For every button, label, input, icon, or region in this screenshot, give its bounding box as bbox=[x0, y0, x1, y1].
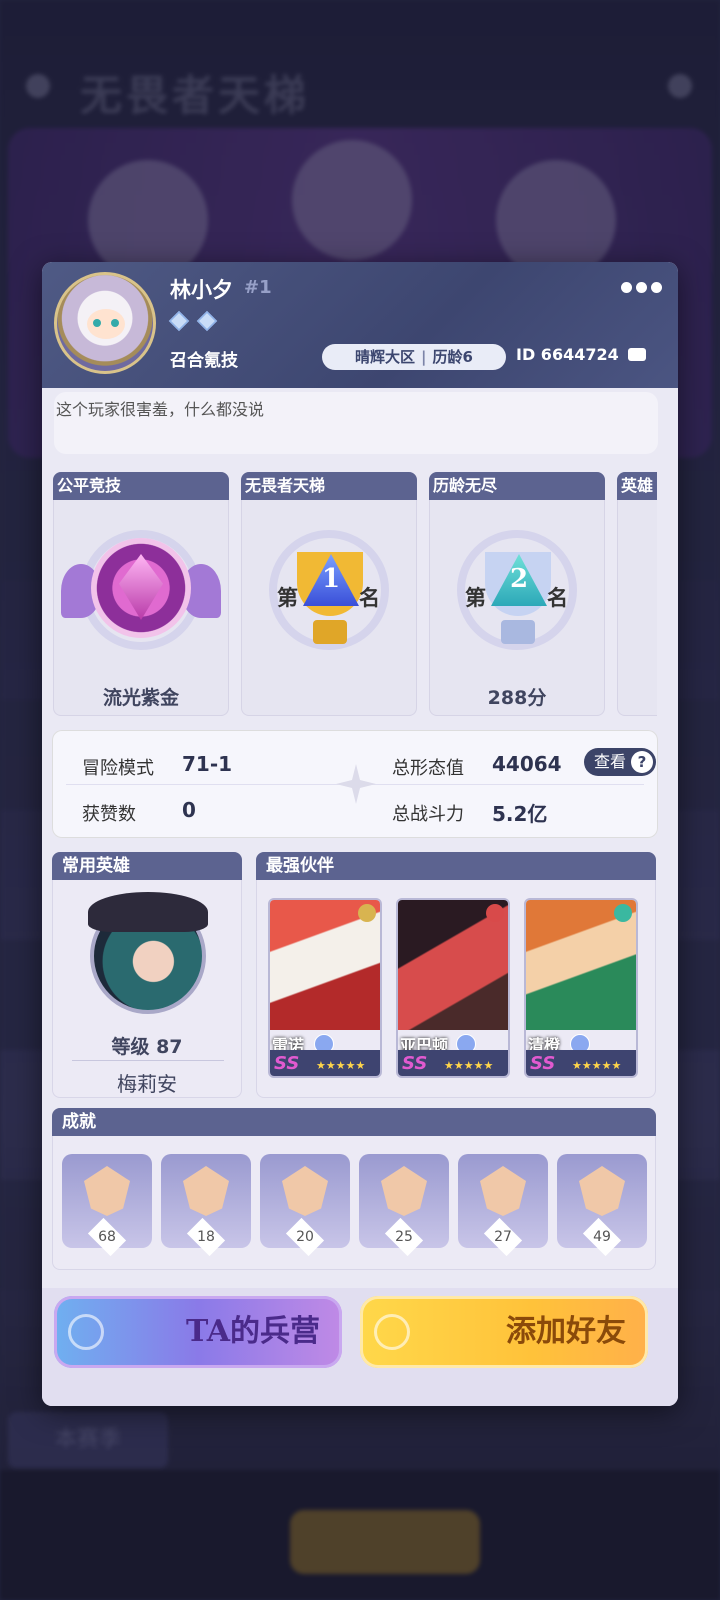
rank-tiles[interactable]: 公平竞技 流光紫金 无畏者天梯 1 第 名 历龄无尽 2 第 名 288分 英雄 bbox=[53, 472, 657, 716]
achievement-crown-icon[interactable]: 20 bbox=[260, 1154, 350, 1257]
achievement-flower-icon[interactable]: 25 bbox=[359, 1154, 449, 1257]
partner-rarity-bar: SS ★★★★★ bbox=[398, 1050, 508, 1076]
partner-card[interactable]: 雷诺 SS ★★★★★ bbox=[268, 898, 382, 1078]
grade-badge: SS bbox=[274, 1053, 300, 1074]
rank-tile-hero[interactable]: 英雄 bbox=[617, 472, 657, 716]
trophy-base bbox=[313, 620, 347, 644]
diamond-icon bbox=[196, 310, 218, 332]
form-value: 44064 bbox=[492, 752, 562, 776]
likes-value: 0 bbox=[182, 798, 196, 822]
place-suffix: 名 bbox=[359, 585, 380, 610]
add-friend-label: 添加好友 bbox=[506, 1314, 626, 1349]
achievement-crest-icon[interactable]: 27 bbox=[458, 1154, 548, 1257]
power-label: 总战斗力 bbox=[392, 804, 464, 825]
player-age: 历龄6 bbox=[432, 348, 473, 366]
adventure-label: 冒险模式 bbox=[82, 758, 154, 779]
achievement-eye-icon[interactable]: 68 bbox=[62, 1154, 152, 1257]
avatar-eye bbox=[111, 319, 119, 327]
tile-label: 无畏者天梯 bbox=[241, 472, 417, 500]
purple-gold-rank-icon bbox=[91, 538, 191, 638]
player-name: 林小夕 bbox=[170, 278, 233, 302]
tile-label: 公平竞技 bbox=[53, 472, 229, 500]
grade-badge: SS bbox=[402, 1053, 428, 1074]
form-label: 总形态值 bbox=[392, 758, 464, 779]
rank-tile-endless[interactable]: 历龄无尽 2 第 名 288分 bbox=[429, 472, 605, 716]
partner-rarity-bar: SS ★★★★★ bbox=[270, 1050, 380, 1076]
achievement-count: 25 bbox=[395, 1229, 413, 1245]
arrow-left-icon bbox=[68, 1314, 104, 1350]
add-friend-button[interactable]: 添加好友 bbox=[360, 1296, 648, 1368]
tile-label: 历龄无尽 bbox=[429, 472, 605, 500]
rank-tile-fair[interactable]: 公平竞技 流光紫金 bbox=[53, 472, 229, 716]
partner-card[interactable]: 清橙 SS ★★★★★ bbox=[524, 898, 638, 1078]
achievement-count: 18 bbox=[197, 1229, 215, 1245]
faction-icon bbox=[358, 904, 376, 922]
partners-header: 最强伙伴 bbox=[256, 852, 656, 880]
profile-header: 林小夕 #1 召合氪技 晴辉大区 | 历龄6 ID 6644724 bbox=[42, 262, 678, 388]
avatar-eye bbox=[93, 319, 101, 327]
achievements-header: 成就 bbox=[52, 1108, 656, 1136]
partner-card[interactable]: 亚巴顿 SS ★★★★★ bbox=[396, 898, 510, 1078]
diamond-badges bbox=[168, 310, 221, 334]
bio-text: 这个玩家很害羞，什么都没说 bbox=[56, 400, 265, 419]
trophy-base bbox=[501, 620, 535, 644]
place-number: 2 bbox=[509, 564, 529, 594]
faction-icon bbox=[486, 904, 504, 922]
player-avatar[interactable] bbox=[54, 272, 156, 374]
rank-tile-ladder[interactable]: 无畏者天梯 1 第 名 bbox=[241, 472, 417, 716]
copy-id-icon[interactable] bbox=[628, 348, 646, 361]
tile-value: 288分 bbox=[487, 687, 547, 709]
strongest-partners-panel: 最强伙伴 雷诺 SS ★★★★★ 亚巴顿 SS ★★★★★ 清橙 SS ★★★★… bbox=[256, 852, 656, 1098]
player-rank-tag: #1 bbox=[244, 277, 272, 298]
region-name: 晴辉大区 bbox=[355, 348, 416, 366]
power-value: 5.2亿 bbox=[492, 802, 548, 826]
sparkle-icon bbox=[336, 764, 376, 804]
hero-name: 梅莉安 bbox=[117, 1072, 177, 1096]
star-rating: ★★★★★ bbox=[444, 1059, 494, 1072]
stats-panel: 冒险模式 71-1 总形态值 44064 查看 ? 获赞数 0 总战斗力 5.2… bbox=[52, 730, 658, 838]
player-title: 召合氪技 bbox=[170, 351, 238, 371]
partner-rarity-bar: SS ★★★★★ bbox=[526, 1050, 636, 1076]
divider bbox=[72, 1060, 224, 1061]
grade-badge: SS bbox=[530, 1053, 556, 1074]
region-pill: 晴辉大区 | 历龄6 bbox=[322, 344, 506, 370]
hero-level: 等级 87 bbox=[111, 1036, 183, 1058]
action-footer: TA的兵营 添加好友 bbox=[42, 1288, 678, 1406]
likes-label: 获赞数 bbox=[82, 804, 136, 825]
help-icon: ? bbox=[631, 751, 653, 773]
achievement-count: 49 bbox=[593, 1229, 611, 1245]
place-number: 1 bbox=[321, 564, 341, 594]
barracks-button[interactable]: TA的兵营 bbox=[54, 1296, 342, 1368]
place-suffix: 名 bbox=[547, 585, 568, 610]
tile-value: 流光紫金 bbox=[102, 687, 179, 709]
place-prefix: 第 bbox=[465, 585, 486, 610]
tile-label: 英雄 bbox=[617, 472, 657, 500]
more-options-icon[interactable] bbox=[617, 278, 662, 297]
place-prefix: 第 bbox=[277, 585, 298, 610]
star-rating: ★★★★★ bbox=[316, 1059, 366, 1072]
player-profile-card: 林小夕 #1 召合氪技 晴辉大区 | 历龄6 ID 6644724 这个玩家很害羞，… bbox=[42, 262, 678, 1406]
achievement-count: 20 bbox=[296, 1229, 314, 1245]
achievement-count: 68 bbox=[98, 1229, 116, 1245]
diamond-icon bbox=[168, 310, 190, 332]
favorite-hero-panel[interactable]: 常用英雄 等级 87 梅莉安 bbox=[52, 852, 242, 1098]
star-rating: ★★★★★ bbox=[572, 1059, 622, 1072]
achievement-fan-icon[interactable]: 18 bbox=[161, 1154, 251, 1257]
adventure-value: 71-1 bbox=[182, 752, 233, 776]
view-label: 查看 bbox=[594, 752, 627, 771]
achievements-panel: 成就 68 18 20 25 27 49 bbox=[52, 1108, 656, 1270]
view-button[interactable]: 查看 ? bbox=[584, 748, 656, 776]
achievement-hand-icon[interactable]: 49 bbox=[557, 1154, 647, 1257]
player-id: ID 6644724 bbox=[516, 345, 619, 364]
circle-icon bbox=[374, 1314, 410, 1350]
player-bio: 这个玩家很害羞，什么都没说 bbox=[54, 392, 658, 454]
barracks-label: TA的兵营 bbox=[186, 1314, 320, 1349]
faction-icon bbox=[614, 904, 632, 922]
hero-hat bbox=[88, 892, 208, 932]
achievement-count: 27 bbox=[494, 1229, 512, 1245]
favorite-hero-header: 常用英雄 bbox=[52, 852, 242, 880]
